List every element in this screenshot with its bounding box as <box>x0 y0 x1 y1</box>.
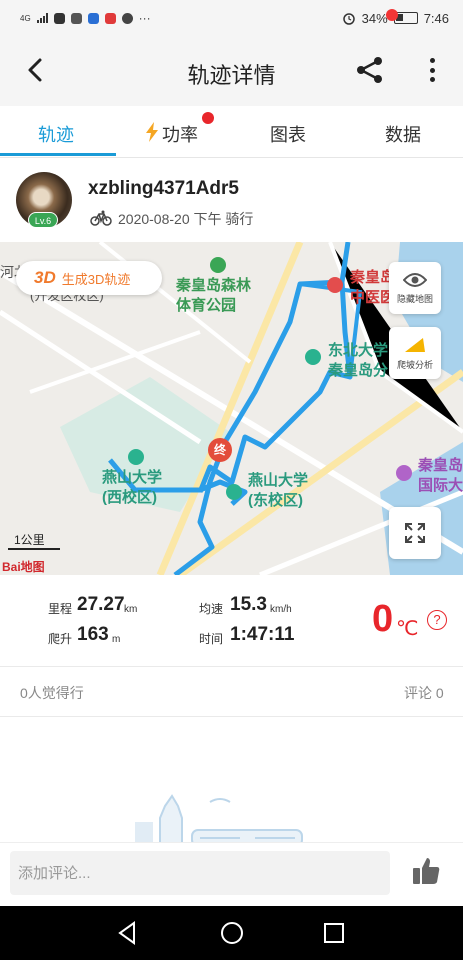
nav-recents-icon[interactable] <box>320 919 348 947</box>
empty-comments-illustration <box>0 718 463 846</box>
temperature-value: 0 <box>372 598 394 640</box>
expand-icon <box>405 523 425 543</box>
app-header: 轨迹详情 <box>0 36 463 106</box>
lightning-icon <box>146 122 158 142</box>
tab-charts[interactable]: 图表 <box>270 121 306 147</box>
nav-home-icon[interactable] <box>218 919 246 947</box>
notification-dot <box>386 9 398 21</box>
poi-intl: 秦皇岛 国际大 <box>418 457 463 494</box>
likes-count[interactable]: 0人觉得行 <box>20 683 84 703</box>
generate-3d-button[interactable]: 3D 生成3D轨迹 <box>16 261 162 295</box>
map-scale-label: 1公里 <box>14 533 45 547</box>
stats-panel <box>0 575 463 667</box>
network-label: 4G <box>20 13 31 23</box>
avg-speed-value: 15.3 <box>230 594 267 615</box>
message-icon <box>121 12 133 24</box>
share-icon[interactable] <box>354 54 386 86</box>
tab-power[interactable]: 功率 <box>162 121 198 147</box>
clock: 7:46 <box>423 10 449 26</box>
city-illustration <box>135 794 303 846</box>
climb-label: 爬升 <box>48 632 73 646</box>
poi-neu: 东北大学 秦皇岛分 <box>328 342 389 379</box>
end-marker: 终 <box>213 443 226 457</box>
map-scale-bar <box>8 548 60 550</box>
comments-count[interactable]: 评论 0 <box>404 683 444 703</box>
hide-map-label: 隐藏地图 <box>396 293 433 304</box>
battery-percent: 34% <box>361 10 388 26</box>
bicycle-icon <box>90 210 112 226</box>
mountain-icon <box>405 337 425 352</box>
page-title: 轨迹详情 <box>187 63 276 88</box>
signal-icon <box>36 13 48 23</box>
poi-forest-park: 秦皇岛森林 体育公园 <box>176 277 252 314</box>
comment-input[interactable] <box>10 851 390 895</box>
alarm-icon <box>342 13 355 25</box>
app-icon <box>70 12 82 24</box>
app-icon <box>53 12 65 24</box>
time-label: 时间 <box>199 632 224 646</box>
activity-date: 2020-08-20 下午 骑行 <box>118 211 254 227</box>
tab-data[interactable]: 数据 <box>385 121 421 147</box>
system-nav-bar <box>0 906 463 960</box>
climb-analysis-button[interactable]: 爬坡分析 <box>389 327 441 379</box>
eye-icon <box>403 272 427 287</box>
more-menu-button[interactable] <box>420 56 444 84</box>
time-value: 1:47:11 <box>230 624 295 645</box>
app-icon <box>87 12 99 24</box>
active-tab-indicator <box>0 153 116 156</box>
climb-unit: m <box>112 634 121 645</box>
hide-map-button[interactable]: 隐藏地图 <box>389 262 441 314</box>
thumbs-up-icon[interactable] <box>410 855 442 887</box>
3d-icon: 3D <box>34 268 56 287</box>
climb-value: 163 <box>77 624 109 645</box>
poi-yanshan-west: 燕山大学 (西校区) <box>102 469 163 506</box>
more-notifications: ··· <box>138 11 151 25</box>
nav-back-icon[interactable] <box>114 919 142 947</box>
poi-yanshan-east: 燕山大学 (东校区) <box>248 472 309 509</box>
map-provider-logo: Bai地图 <box>2 560 45 574</box>
tab-notification-dot <box>202 112 214 124</box>
avg-speed-unit: km/h <box>270 604 292 615</box>
distance-value: 27.27 <box>77 594 125 615</box>
help-icon[interactable]: ? <box>427 610 447 630</box>
user-row <box>0 158 463 242</box>
fullscreen-button[interactable] <box>389 507 441 559</box>
app-icon <box>104 12 116 24</box>
climb-analysis-label: 爬坡分析 <box>396 359 433 370</box>
tab-track[interactable]: 轨迹 <box>38 121 74 147</box>
generate-3d-label: 生成3D轨迹 <box>61 271 131 287</box>
avg-speed-label: 均速 <box>199 602 224 616</box>
distance-label: 里程 <box>48 602 73 616</box>
temperature-unit: ℃ <box>396 618 419 640</box>
username[interactable]: xzbling4371Adr5 <box>88 178 239 200</box>
distance-unit: km <box>124 604 138 615</box>
level-badge: Lv.6 <box>28 212 58 228</box>
